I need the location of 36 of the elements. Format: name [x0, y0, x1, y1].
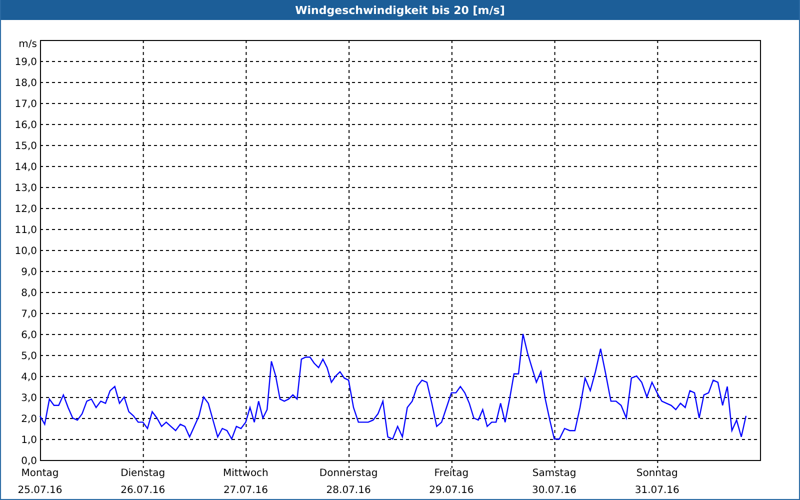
y-tick-label: 15,0 — [14, 141, 37, 152]
y-tick-label: 16,0 — [14, 120, 37, 131]
y-tick-label: 1,0 — [21, 435, 37, 446]
y-tick-label: 0,0 — [21, 456, 37, 467]
date-label: 25.07.16 — [18, 485, 62, 496]
y-tick-label: 3,0 — [21, 393, 37, 404]
day-label: Sonntag — [636, 468, 678, 479]
y-tick-label: 5,0 — [21, 351, 37, 362]
day-label: Donnerstag — [319, 468, 378, 479]
y-tick-label: 19,0 — [14, 57, 37, 68]
y-tick-label: 8,0 — [21, 288, 37, 299]
date-label: 31.07.16 — [634, 485, 680, 496]
y-tick-label: 11,0 — [14, 225, 37, 236]
window-title: Windgeschwindigkeit bis 20 [m/s] — [295, 4, 505, 16]
y-tick-label: 2,0 — [21, 414, 37, 425]
y-tick-label: 17,0 — [14, 99, 37, 110]
date-label: 26.07.16 — [120, 485, 166, 496]
y-tick-label: 4,0 — [21, 372, 37, 383]
y-tick-label: 7,0 — [21, 309, 37, 320]
y-tick-label: 14,0 — [14, 162, 37, 173]
day-label: Freitag — [434, 468, 469, 479]
y-axis-unit: m/s — [18, 39, 37, 50]
date-label: 27.07.16 — [223, 485, 268, 496]
y-tick-label: 13,0 — [14, 183, 37, 194]
y-tick-label: 18,0 — [14, 78, 37, 89]
day-label: Mittwoch — [223, 468, 268, 479]
date-label: 28.07.16 — [326, 485, 371, 496]
date-label: 29.07.16 — [429, 485, 474, 496]
day-label: Montag — [21, 468, 59, 479]
y-tick-label: 10,0 — [14, 246, 37, 257]
y-tick-label: 9,0 — [21, 267, 37, 278]
y-tick-label: 12,0 — [14, 204, 37, 215]
day-label: Dienstag — [120, 468, 166, 479]
y-tick-label: 6,0 — [21, 330, 37, 341]
date-label: 30.07.16 — [532, 485, 577, 496]
day-label: Samstag — [532, 468, 576, 479]
